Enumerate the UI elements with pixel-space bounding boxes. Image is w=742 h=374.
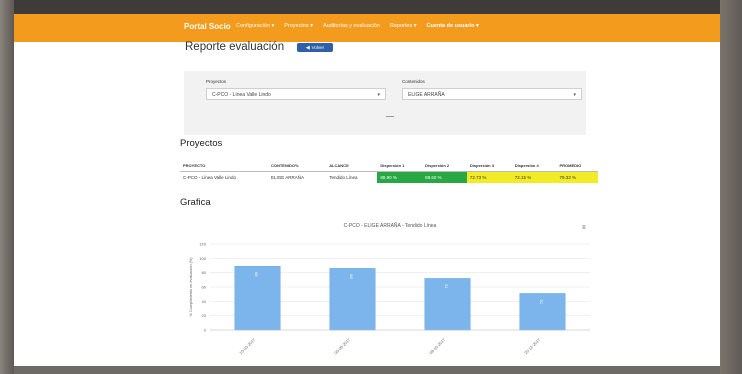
col-proyecto[interactable]: PROYECTO: [180, 160, 268, 172]
menu-item-cuenta-usuario[interactable]: Cuenta de usuario ▾: [426, 23, 478, 29]
bar-data-label: 72: [444, 283, 449, 288]
y-tick-label: 100: [199, 256, 206, 261]
cell-d4: 72.15 %: [511, 171, 557, 183]
cell-d2: 88.60 %: [422, 171, 467, 183]
y-tick-label: 120: [199, 242, 206, 247]
back-arrow-icon: ◀: [305, 44, 310, 51]
menu-item-proyectos[interactable]: Proyectos ▾: [284, 23, 313, 29]
contenidos-select-value: ELIGE ARRAÑA: [408, 92, 445, 98]
y-tick-label: 80: [202, 270, 207, 275]
chart-canvas: 0 20 40 60 80 100 120 % Cumplimiento en evaluac…: [189, 242, 590, 356]
filter-panel: Proyectos C-PCO - Línea Valle Lindo ▾ Co…: [184, 71, 586, 135]
contenidos-select[interactable]: ELIGE ARRAÑA ▾: [402, 88, 582, 100]
y-axis-label: % Cumplimiento en evaluación (%): [189, 257, 193, 317]
chevron-down-icon: ▾: [573, 92, 576, 98]
back-button-label: Volver: [311, 45, 325, 50]
x-tick-label: 20-12-2017: [523, 337, 542, 356]
table-row[interactable]: C-PCO - Línea Valle Lindo ELIGE ARRAÑA T…: [180, 171, 598, 183]
cell-promedio: 79.33 %: [556, 171, 598, 183]
col-contenido[interactable]: CONTENIDO%: [267, 160, 327, 172]
x-tick-label: 10-03-2017: [238, 337, 257, 356]
x-tick-label: 05-06-2017: [333, 337, 352, 356]
main-menu: Configuración ▾ Proyectos ▾ Auditorías y…: [236, 23, 479, 29]
proyectos-label: Proyectos: [206, 79, 227, 84]
proyectos-select[interactable]: C-PCO - Línea Valle Lindo ▾: [206, 88, 386, 100]
bar-data-label: 89: [254, 271, 259, 276]
back-button[interactable]: ◀ Volver: [297, 43, 333, 52]
col-d3[interactable]: Dispersión 3: [466, 160, 512, 172]
contenidos-filter: Contenidos ELIGE ARRAÑA ▾: [402, 79, 582, 100]
projects-section-title: Proyectos: [180, 138, 223, 149]
chevron-down-icon: ▾: [377, 92, 380, 98]
cell-contenido: ELIGE ARRAÑA: [270, 175, 304, 180]
y-tick-label: 60: [202, 285, 207, 290]
bar: [519, 293, 566, 331]
photo-background-right: [720, 0, 742, 374]
y-tick-label: 20: [202, 313, 207, 318]
y-tick-label: 40: [202, 299, 207, 304]
y-tick-label: 0: [204, 328, 207, 333]
top-navbar: Portal Socio Configuración ▾ Proyectos ▾…: [14, 14, 720, 42]
col-promedio[interactable]: PROMEDIO: [556, 160, 598, 172]
menu-item-configuracion[interactable]: Configuración ▾: [236, 23, 274, 29]
bar-data-label: 86: [349, 273, 354, 278]
projects-table: PROYECTO CONTENIDO% ALCANCE Dispersión 1…: [180, 160, 598, 183]
table-header-row: PROYECTO CONTENIDO% ALCANCE Dispersión 1…: [180, 160, 598, 172]
panel-divider: [386, 116, 394, 117]
photo-background-top: [0, 0, 742, 14]
cell-proyecto: C-PCO - Línea Valle Lindo: [183, 175, 236, 180]
col-d2[interactable]: Dispersión 2: [422, 160, 467, 172]
contenidos-label: Contenidos: [402, 79, 425, 84]
proyectos-select-value: C-PCO - Línea Valle Lindo: [212, 92, 271, 98]
menu-item-auditorias[interactable]: Auditorías y evaluación: [323, 23, 380, 29]
col-d4[interactable]: Dispersión 4: [511, 160, 557, 172]
evaluation-chart: C-PCO - ELIGE ARRAÑA - Tendido Línea ≡ 0…: [180, 216, 600, 362]
brand-logo[interactable]: Portal Socio: [184, 22, 231, 31]
photo-background-left: [0, 0, 14, 374]
cell-d3: 72.73 %: [466, 171, 512, 183]
cell-d1: 88.90 %: [377, 171, 423, 183]
x-tick-label: 08-10-2017: [428, 337, 447, 356]
col-d1[interactable]: Dispersión 1: [377, 160, 423, 172]
browser-viewport: Portal Socio Configuración ▾ Proyectos ▾…: [14, 14, 720, 366]
page-title: Reporte evaluación: [185, 41, 285, 53]
bar-data-label: 51: [539, 298, 544, 303]
chart-section-title: Grafica: [180, 197, 211, 208]
proyectos-filter: Proyectos C-PCO - Línea Valle Lindo ▾: [206, 79, 386, 100]
col-alcance[interactable]: ALCANCE: [326, 160, 378, 172]
menu-item-reportes[interactable]: Reportes ▾: [390, 23, 417, 29]
cell-alcance: Tendido Línea: [329, 175, 358, 180]
